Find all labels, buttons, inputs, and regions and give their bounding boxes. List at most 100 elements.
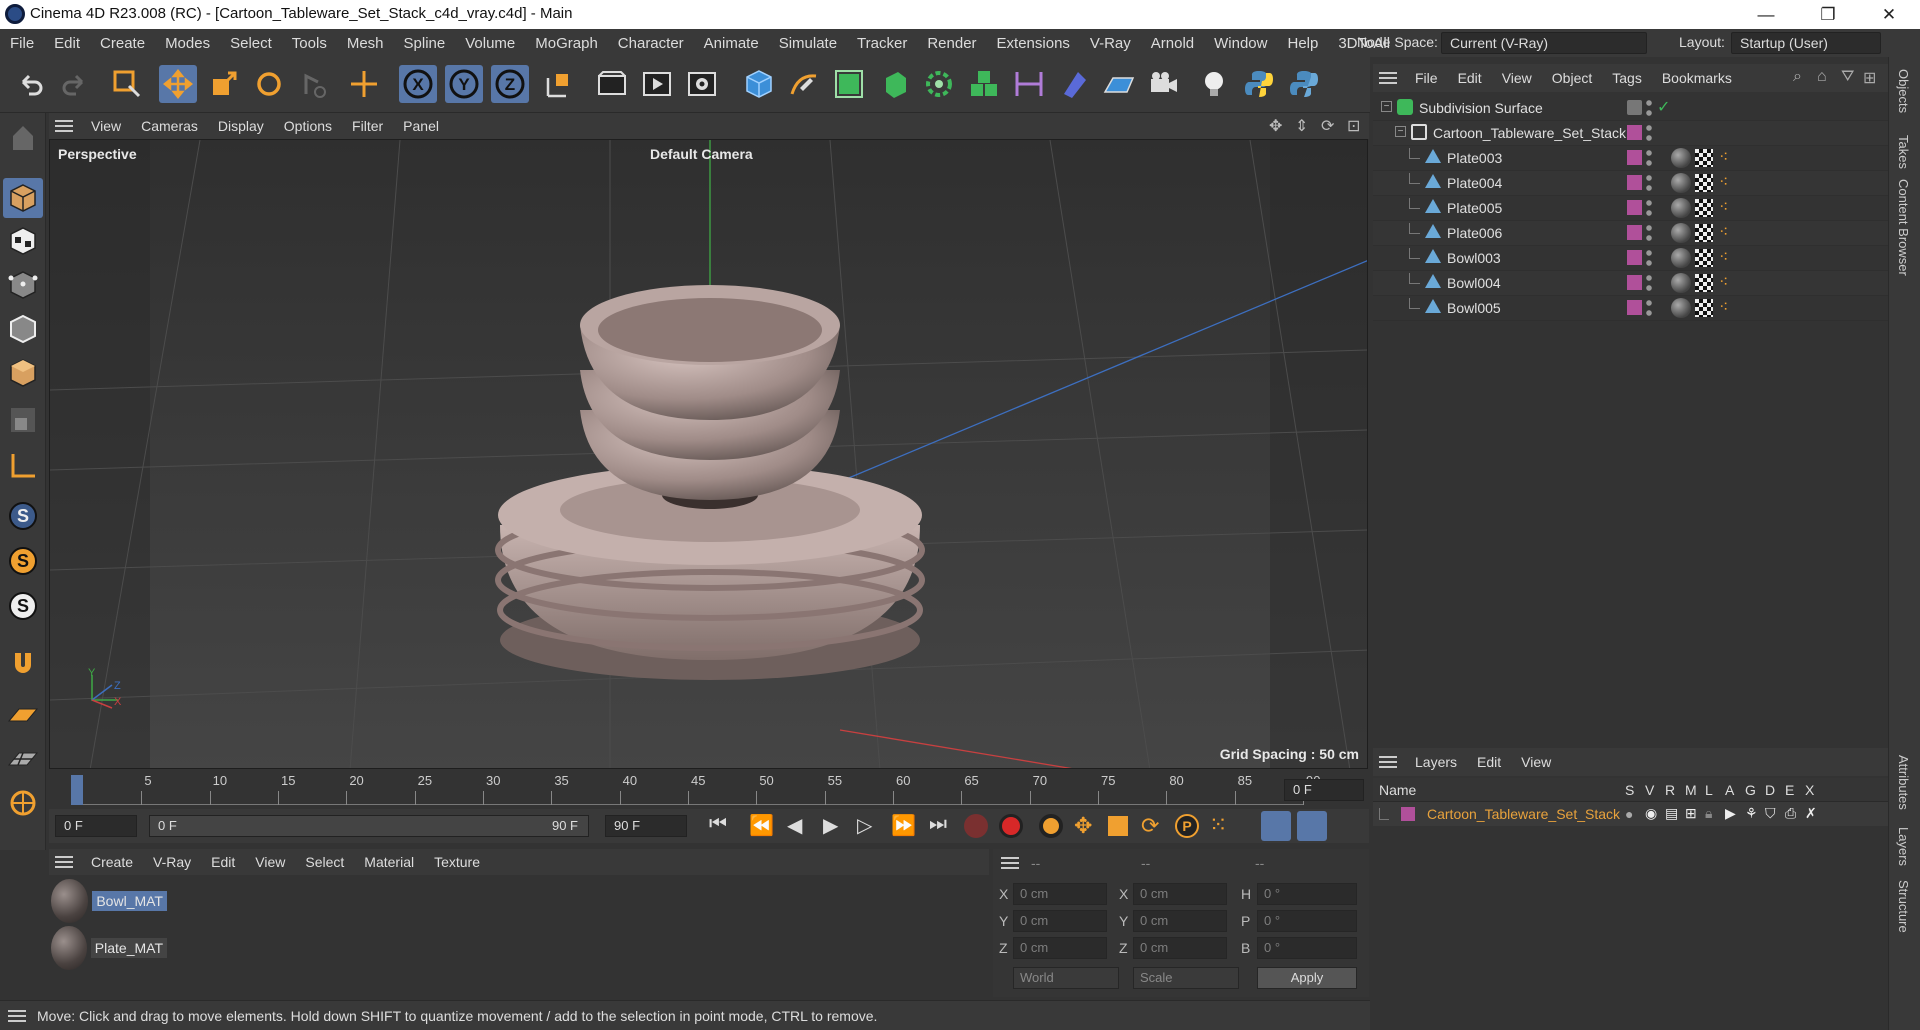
tab-takes[interactable]: Takes [1896, 135, 1911, 169]
layer-animation-icon[interactable]: ▶ [1725, 805, 1736, 822]
material-menu-edit[interactable]: Edit [201, 854, 245, 870]
field-icon[interactable] [1055, 65, 1093, 103]
layer-color-swatch[interactable] [1627, 275, 1642, 290]
visibility-dots-icon[interactable] [1646, 248, 1652, 268]
record-active-icon[interactable] [964, 814, 988, 838]
menu-window[interactable]: Window [1204, 35, 1277, 52]
uvw-tag-icon[interactable] [1695, 224, 1713, 242]
material-tag-icon[interactable] [1671, 223, 1691, 243]
object-menu-bookmarks[interactable]: Bookmarks [1652, 70, 1742, 86]
object-row[interactable]: Plate005 ⁖ [1373, 196, 1888, 221]
node-space-select[interactable]: Current (V-Ray) [1441, 32, 1647, 54]
menu-modes[interactable]: Modes [155, 35, 220, 52]
object-menu-file[interactable]: File [1405, 70, 1448, 86]
goto-start-icon[interactable]: ⏮ [709, 813, 727, 836]
check-icon[interactable]: ✓ [1657, 97, 1670, 117]
key-rotation-icon[interactable]: ⟳ [1141, 813, 1159, 839]
play-icon[interactable]: ▶ [823, 813, 838, 838]
layer-color-swatch[interactable] [1627, 200, 1642, 215]
rotate-tool-icon[interactable] [250, 65, 288, 103]
magnet-tool-icon[interactable] [3, 643, 43, 683]
prev-frame-icon[interactable]: ◀ [787, 813, 802, 838]
menu-file[interactable]: File [0, 35, 44, 52]
workplane-icon[interactable] [3, 695, 43, 735]
redo-icon[interactable] [55, 65, 93, 103]
coordinate-system-icon[interactable] [539, 65, 577, 103]
python-script-2-icon[interactable] [1285, 65, 1323, 103]
undo-icon[interactable] [12, 65, 50, 103]
viewport-menu-display[interactable]: Display [208, 118, 274, 134]
current-frame-field[interactable]: 0 F [1284, 779, 1364, 801]
material-item[interactable]: Plate_MAT [51, 926, 167, 970]
menu-help[interactable]: Help [1277, 35, 1328, 52]
tab-layers[interactable]: Layers [1896, 827, 1911, 866]
autokey-icon[interactable] [999, 814, 1023, 838]
key-pla-icon[interactable]: ⁙ [1209, 812, 1227, 838]
size-y-field[interactable]: 0 cm [1133, 910, 1227, 932]
viewport-menu-cameras[interactable]: Cameras [131, 118, 208, 134]
phong-tag-icon[interactable]: ⁖ [1719, 172, 1728, 192]
snap-s-icon[interactable]: S [3, 496, 43, 536]
y-axis-lock-icon[interactable]: Y [445, 65, 483, 103]
position-x-field[interactable]: 0 cm [1013, 883, 1107, 905]
polygons-mode-icon[interactable] [3, 353, 43, 393]
layer-color-swatch[interactable] [1627, 125, 1642, 140]
viewport-menu-options[interactable]: Options [274, 118, 342, 134]
apply-button[interactable]: Apply [1257, 967, 1357, 989]
layer-render-icon[interactable]: ▤ [1665, 805, 1678, 822]
menu-extensions[interactable]: Extensions [987, 35, 1080, 52]
move-tool-icon[interactable] [159, 65, 197, 103]
keyframe-selection-icon[interactable] [1039, 814, 1063, 838]
phong-tag-icon[interactable]: ⁖ [1719, 222, 1728, 242]
layer-manager-icon[interactable]: ⊞ [1685, 805, 1697, 822]
subdivision-surface-icon[interactable] [830, 65, 868, 103]
key-position-icon[interactable]: ✥ [1074, 813, 1092, 839]
material-hamburger-icon[interactable] [55, 856, 73, 868]
menu-animate[interactable]: Animate [694, 35, 769, 52]
mograph-cubes-icon[interactable] [965, 65, 1003, 103]
menu-tracker[interactable]: Tracker [847, 35, 917, 52]
deformer-icon[interactable] [1010, 65, 1048, 103]
render-to-picture-viewer-icon[interactable] [638, 65, 676, 103]
layer-color-swatch[interactable] [1627, 250, 1642, 265]
viewport-pan-icon[interactable]: ✥ [1269, 116, 1282, 136]
phong-tag-icon[interactable]: ⁖ [1719, 297, 1728, 317]
menu-edit[interactable]: Edit [44, 35, 90, 52]
layer-color-swatch[interactable] [1627, 150, 1642, 165]
rotation-h-field[interactable]: 0 ° [1257, 883, 1357, 905]
visibility-dots-icon[interactable] [1646, 223, 1652, 243]
material-menu-texture[interactable]: Texture [424, 854, 490, 870]
timeline-ruler[interactable]: 051015202530354045505560657075808590 0 F [49, 769, 1369, 809]
menu-select[interactable]: Select [220, 35, 282, 52]
material-item[interactable]: Bowl_MAT [51, 879, 167, 923]
viewport-perspective[interactable]: Perspective Default Camera Grid Spacing … [49, 139, 1368, 769]
rotation-p-field[interactable]: 0 ° [1257, 910, 1357, 932]
menu-character[interactable]: Character [608, 35, 694, 52]
timeline-film-icon[interactable] [1297, 811, 1327, 841]
menu-create[interactable]: Create [90, 35, 155, 52]
visibility-dots-icon[interactable] [1646, 98, 1652, 118]
timeline-motion-icon[interactable] [1261, 811, 1291, 841]
material-tag-icon[interactable] [1671, 148, 1691, 168]
phong-tag-icon[interactable]: ⁖ [1719, 197, 1728, 217]
z-axis-lock-icon[interactable]: Z [491, 65, 529, 103]
world-axis-icon[interactable] [345, 65, 383, 103]
coords-hamburger-icon[interactable] [1001, 857, 1019, 869]
key-parameter-icon[interactable]: P [1175, 814, 1199, 838]
viewport-menu-panel[interactable]: Panel [393, 118, 449, 134]
material-tag-icon[interactable] [1671, 173, 1691, 193]
menu-volume[interactable]: Volume [455, 35, 525, 52]
layer-color-swatch[interactable] [1627, 225, 1642, 240]
menu-render[interactable]: Render [917, 35, 986, 52]
menu-mesh[interactable]: Mesh [337, 35, 394, 52]
viewport-zoom-icon[interactable]: ⇕ [1295, 116, 1308, 136]
viewport-maximize-icon[interactable]: ⊡ [1347, 116, 1360, 136]
material-menu-view[interactable]: View [245, 854, 295, 870]
python-script-icon[interactable] [1240, 65, 1278, 103]
next-key-icon[interactable]: ⏩ [891, 813, 916, 838]
viewport-rotate-icon[interactable]: ⟳ [1321, 116, 1334, 136]
object-menu-object[interactable]: Object [1542, 70, 1602, 86]
recent-tool-icon[interactable] [295, 65, 333, 103]
visibility-dots-icon[interactable] [1646, 298, 1652, 318]
uv-mode-icon[interactable] [3, 400, 43, 440]
